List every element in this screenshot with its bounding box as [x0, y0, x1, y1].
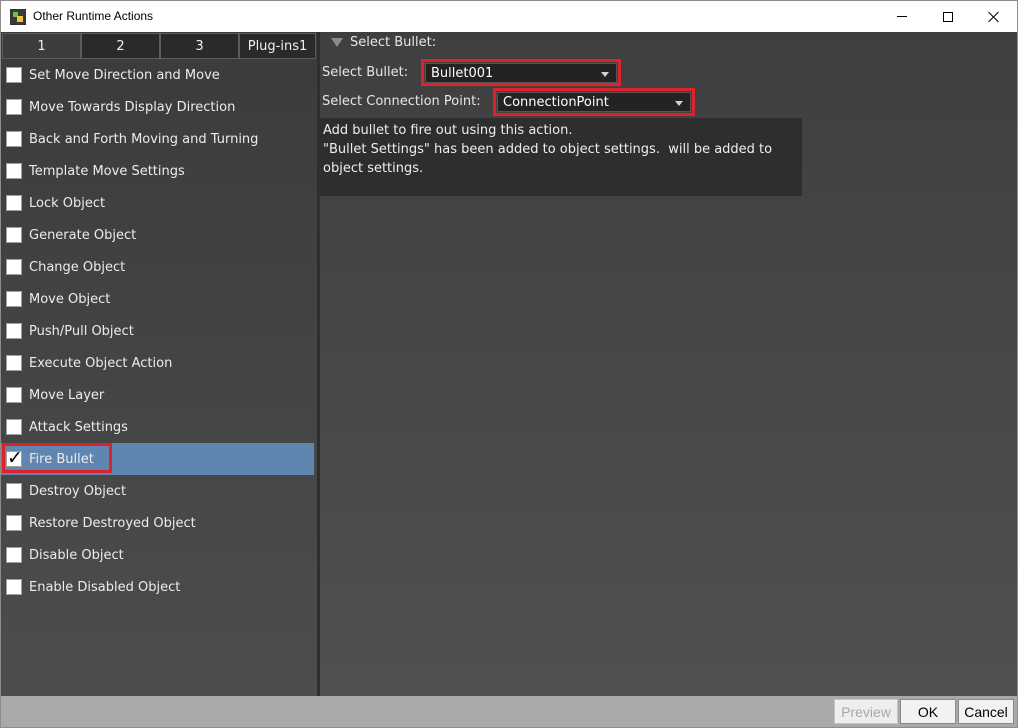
collapse-triangle-icon [331, 38, 343, 47]
action-label: Enable Disabled Object [29, 579, 181, 595]
action-template-move-settings[interactable]: Template Move Settings [1, 155, 317, 187]
dialog-window: Other Runtime Actions 1 2 3 Plug-ins1 Se… [0, 0, 1018, 728]
action-restore-destroyed-object[interactable]: Restore Destroyed Object [1, 507, 317, 539]
maximize-button[interactable] [925, 1, 971, 32]
select-bullet-value: Bullet001 [431, 65, 494, 81]
dropdown-arrow-icon [601, 72, 609, 77]
action-generate-object[interactable]: Generate Object [1, 219, 317, 251]
action-label: Attack Settings [29, 419, 128, 435]
action-checkbox-checked[interactable] [6, 447, 23, 469]
action-list: Set Move Direction and Move Move Towards… [1, 59, 317, 603]
dialog-content: 1 2 3 Plug-ins1 Set Move Direction and M… [1, 32, 1017, 696]
action-label: Move Towards Display Direction [29, 99, 236, 115]
window-title: Other Runtime Actions [33, 9, 154, 23]
action-checkbox[interactable] [6, 323, 22, 339]
action-label: Change Object [29, 259, 126, 275]
connection-point-dropdown[interactable]: ConnectionPoint [497, 92, 691, 112]
action-label: Move Object [29, 291, 111, 307]
action-move-object[interactable]: Move Object [1, 283, 317, 315]
action-label: Push/Pull Object [29, 323, 134, 339]
action-label: Disable Object [29, 547, 124, 563]
action-checkbox[interactable] [6, 355, 22, 371]
tab-plug-ins1[interactable]: Plug-ins1 [239, 33, 316, 59]
action-checkbox[interactable] [6, 387, 22, 403]
settings-panel: Select Bullet: Select Bullet: Bullet001 … [320, 32, 1017, 696]
title-bar: Other Runtime Actions [1, 1, 1017, 32]
action-label: Execute Object Action [29, 355, 173, 371]
action-execute-object-action[interactable]: Execute Object Action [1, 347, 317, 379]
connection-point-label: Select Connection Point: [322, 94, 481, 109]
description-box: Add bullet to fire out using this action… [320, 118, 802, 196]
action-label: Restore Destroyed Object [29, 515, 196, 531]
action-change-object[interactable]: Change Object [1, 251, 317, 283]
tab-2[interactable]: 2 [81, 33, 160, 59]
action-checkbox[interactable] [6, 291, 22, 307]
action-lock-object[interactable]: Lock Object [1, 187, 317, 219]
action-destroy-object[interactable]: Destroy Object [1, 475, 317, 507]
action-checkbox[interactable] [6, 227, 22, 243]
minimize-icon [897, 16, 907, 17]
action-checkbox[interactable] [6, 67, 22, 83]
action-disable-object[interactable]: Disable Object [1, 539, 317, 571]
action-checkbox[interactable] [6, 419, 22, 435]
action-label: Set Move Direction and Move [29, 67, 220, 83]
action-panel: 1 2 3 Plug-ins1 Set Move Direction and M… [1, 32, 317, 696]
action-label: Destroy Object [29, 483, 127, 499]
action-checkbox[interactable] [6, 259, 22, 275]
app-icon [10, 9, 26, 25]
action-label: Back and Forth Moving and Turning [29, 131, 259, 147]
cancel-button[interactable]: Cancel [958, 699, 1014, 724]
ok-button[interactable]: OK [900, 699, 956, 724]
button-bar: Preview OK Cancel [1, 696, 1017, 727]
dropdown-arrow-icon [675, 101, 683, 106]
action-attack-settings[interactable]: Attack Settings [1, 411, 317, 443]
action-back-and-forth-moving[interactable]: Back and Forth Moving and Turning [1, 123, 317, 155]
action-label: Generate Object [29, 227, 137, 243]
select-bullet-dropdown[interactable]: Bullet001 [425, 63, 617, 83]
action-checkbox[interactable] [6, 131, 22, 147]
action-checkbox[interactable] [6, 483, 22, 499]
preview-button[interactable]: Preview [834, 699, 898, 724]
action-move-towards-display-direction[interactable]: Move Towards Display Direction [1, 91, 317, 123]
action-label: Fire Bullet [29, 451, 94, 467]
action-fire-bullet[interactable]: Fire Bullet [1, 443, 314, 475]
close-icon [988, 11, 1000, 23]
tab-3[interactable]: 3 [160, 33, 239, 59]
action-label: Lock Object [29, 195, 106, 211]
action-label: Move Layer [29, 387, 105, 403]
close-button[interactable] [971, 1, 1017, 32]
select-bullet-label: Select Bullet: [322, 65, 409, 80]
action-checkbox[interactable] [6, 195, 22, 211]
action-label: Template Move Settings [29, 163, 185, 179]
tab-1[interactable]: 1 [2, 33, 81, 59]
action-checkbox[interactable] [6, 99, 22, 115]
action-move-layer[interactable]: Move Layer [1, 379, 317, 411]
action-checkbox[interactable] [6, 515, 22, 531]
minimize-button[interactable] [879, 1, 925, 32]
connection-point-value: ConnectionPoint [503, 94, 609, 110]
maximize-icon [943, 11, 953, 22]
action-set-move-direction-and-move[interactable]: Set Move Direction and Move [1, 59, 317, 91]
action-checkbox[interactable] [6, 579, 22, 595]
section-title: Select Bullet: [350, 35, 437, 50]
tab-bar: 1 2 3 Plug-ins1 [2, 33, 316, 59]
action-checkbox[interactable] [6, 163, 22, 179]
section-header[interactable]: Select Bullet: [331, 35, 436, 50]
action-checkbox[interactable] [6, 547, 22, 563]
action-enable-disabled-object[interactable]: Enable Disabled Object [1, 571, 317, 603]
action-push-pull-object[interactable]: Push/Pull Object [1, 315, 317, 347]
